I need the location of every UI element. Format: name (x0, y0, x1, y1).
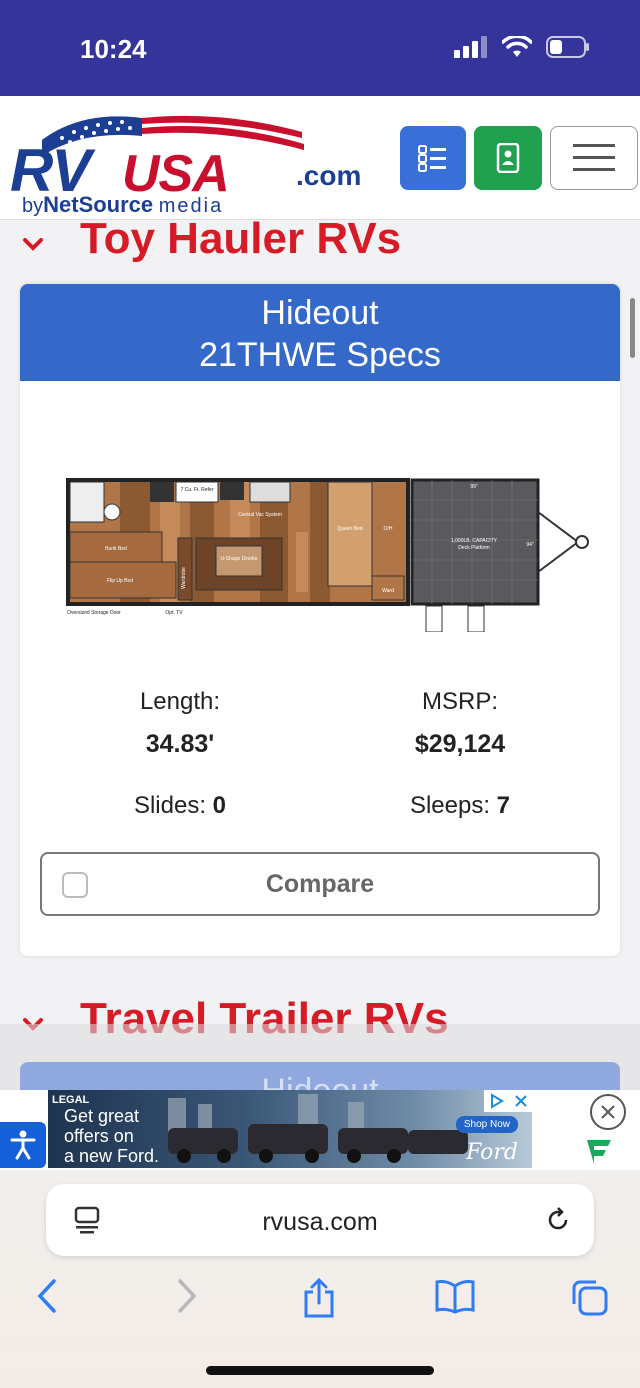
floorplan-queen-bed-label: Queen Bed (337, 526, 363, 532)
status-icons (454, 36, 590, 58)
ad-choices[interactable] (484, 1090, 532, 1112)
model-specs-title: 21THWE Specs (199, 336, 441, 374)
saved-list-button[interactable] (400, 126, 466, 190)
menu-button[interactable] (550, 126, 638, 190)
ad-close-x-icon (514, 1095, 527, 1107)
section-toy-hauler[interactable]: Toy Hauler RVs (0, 214, 640, 264)
sleeps-label: Sleeps: (409, 792, 497, 819)
spec-card-partial: Hideout (20, 1062, 620, 1090)
length-spec: Length: 34.83' (80, 688, 280, 759)
ad-legal-label: LEGAL (52, 1094, 90, 1106)
forward-icon[interactable] (174, 1278, 200, 1314)
close-icon (601, 1105, 615, 1119)
sleeps-value: 7 (496, 792, 511, 819)
msrp-label: MSRP: (421, 688, 498, 715)
slides-spec: Slides: 0 (80, 792, 280, 820)
floorplan-flip-up-bed-label: Flip Up Bed (107, 578, 133, 584)
model-name: Hideout (20, 1072, 620, 1090)
floorplan-image[interactable]: 7 Cu. Ft. Refer Central Vac System Bunk … (60, 472, 600, 632)
floorplan-capacity-label: 1,000LB. CAPACITY (451, 538, 498, 544)
adchoices-icon (490, 1093, 504, 1109)
rvusa-logo[interactable]: RV USA .com byNetSource media (10, 110, 390, 217)
accessibility-icon (10, 1130, 36, 1160)
floorplan-oh-label: O/H (384, 526, 393, 532)
floorplan-bunk-bed-label: Bunk Bed (105, 546, 127, 552)
ad-bar: LEGAL Get great offers on a new Ford. Sh… (0, 1090, 640, 1170)
wifi-icon (502, 36, 532, 57)
accessibility-button[interactable] (0, 1122, 46, 1168)
floorplan-central-vac-label: Central Vac System (238, 512, 282, 518)
slides-label: Slides: (133, 792, 213, 819)
floorplan-wardrobe-label: Wardrobe (181, 567, 187, 589)
chevron-down-icon (23, 238, 43, 251)
spec-card: Hideout 21THWE Specs 7 Cu. Ft. Refer Cen… (20, 284, 620, 956)
ad-network-logo-icon (587, 1140, 611, 1164)
floorplan-ward-label: Ward (382, 588, 394, 594)
ad-creative[interactable]: LEGAL Get great offers on a new Ford. Sh… (48, 1090, 532, 1168)
tabs-icon[interactable] (570, 1278, 610, 1318)
contact-button[interactable] (474, 126, 542, 190)
checklist-icon (418, 145, 446, 172)
address-bar[interactable]: rvusa.com (46, 1184, 594, 1256)
bookmarks-icon[interactable] (434, 1278, 476, 1314)
status-bar: 10:24 (0, 0, 640, 96)
sleeps-spec: Sleeps: 7 (360, 792, 560, 820)
ad-close-button[interactable] (590, 1094, 626, 1130)
slides-value: 0 (212, 792, 227, 819)
floorplan-width-side: 94" (526, 542, 534, 548)
ad-text: Get great offers on a new Ford. (64, 1106, 160, 1166)
browser-toolbar: rvusa.com (0, 1170, 640, 1388)
floorplan-storage-door-label: Oversized Storage Door (67, 610, 121, 616)
site-header: RV USA .com byNetSource media (0, 96, 640, 220)
floorplan-width-top: 99" (470, 484, 478, 490)
back-icon[interactable] (34, 1278, 60, 1314)
battery-icon (546, 36, 589, 58)
compare-label: Compare (265, 870, 375, 898)
floorplan-dinette-label: U-Shape Dinette (221, 556, 258, 562)
length-label: Length: (139, 688, 221, 715)
msrp-value: $29,124 (414, 730, 506, 758)
compare-button[interactable]: Compare (40, 852, 600, 916)
reload-icon[interactable] (544, 1206, 572, 1234)
ad-shop-now-button[interactable]: Shop Now (455, 1116, 518, 1133)
floorplan-deck-label: Deck Platform (458, 545, 489, 551)
status-time: 10:24 (80, 34, 147, 64)
section-title: Toy Hauler RVs (80, 214, 402, 263)
share-icon[interactable] (302, 1278, 336, 1318)
floorplan-opt-tv-label: Opt. TV (165, 610, 183, 616)
card-header: Hideout 21THWE Specs (20, 284, 620, 381)
model-name: Hideout (261, 294, 379, 332)
length-value: 34.83' (145, 730, 215, 758)
scrollbar[interactable] (630, 298, 635, 358)
msrp-spec: MSRP: $29,124 (360, 688, 560, 759)
logo-com: .com (296, 160, 362, 191)
signal-icon (454, 36, 487, 58)
url-text: rvusa.com (262, 1208, 378, 1236)
hamburger-icon (573, 144, 615, 171)
contact-card-icon (496, 143, 520, 173)
home-indicator (206, 1366, 434, 1375)
ad-brand-logo: Ford (466, 1140, 518, 1165)
floorplan-refer-label: 7 Cu. Ft. Refer (181, 487, 214, 493)
